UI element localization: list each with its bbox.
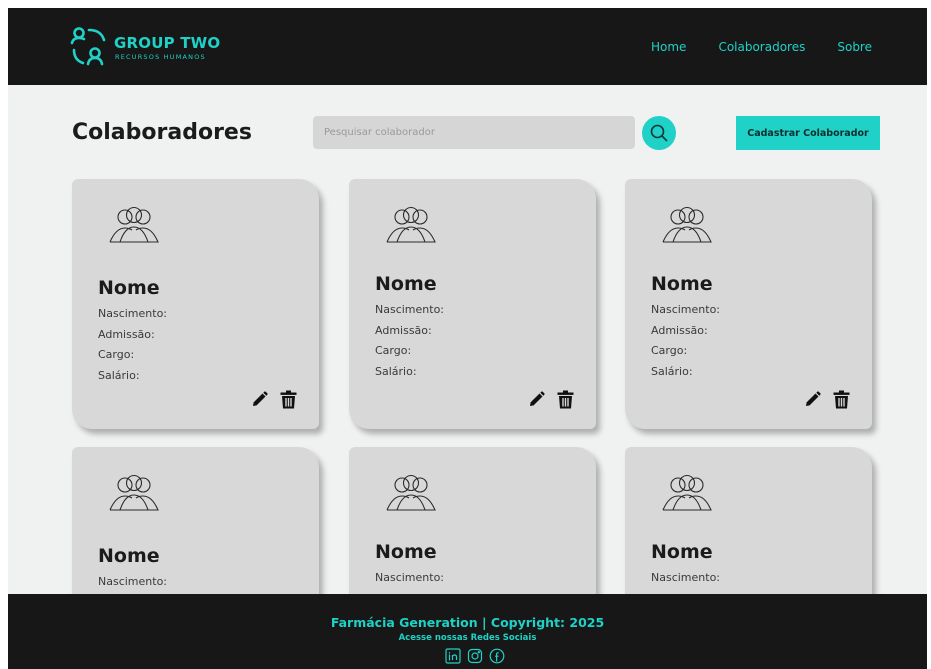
card-avatar [108, 473, 160, 517]
card-field-label: Cargo: [98, 348, 135, 361]
edit-button[interactable] [804, 391, 821, 412]
card-actions [528, 390, 574, 413]
card-field-label: Nascimento: [375, 571, 445, 584]
users-icon [109, 206, 159, 243]
users-icon [386, 474, 436, 511]
card-field-label: Nascimento: [375, 303, 445, 316]
logo-subtitle: RECURSOS HUMANOS [115, 53, 206, 61]
card-name: Nome [98, 545, 160, 567]
brand-logo[interactable]: GROUP TWO RECURSOS HUMANOS [68, 26, 228, 70]
search-input[interactable] [313, 116, 635, 149]
card-field-label: Nascimento: [651, 303, 721, 316]
card-fields: Nascimento: [651, 568, 720, 589]
pencil-icon [530, 391, 545, 406]
card-actions [804, 390, 850, 413]
trash-icon [557, 390, 574, 409]
delete-button[interactable] [280, 390, 297, 413]
card-name: Nome [651, 541, 713, 563]
card-name: Nome [375, 273, 437, 295]
card-name: Nome [98, 277, 160, 299]
card-name: Nome [651, 273, 713, 295]
pencil-icon [806, 391, 821, 406]
card-field-label: Salário: [375, 364, 417, 378]
users-icon [109, 474, 159, 511]
card-avatar [661, 205, 713, 249]
users-icon [386, 206, 436, 243]
edit-button[interactable] [528, 391, 545, 412]
page-title: Colaboradores [72, 120, 252, 145]
card-field-label: Nascimento: [98, 575, 168, 588]
users-icon [662, 206, 712, 243]
card-field-label: Admissão: [375, 323, 432, 337]
card-field-label: Nascimento: [651, 571, 721, 584]
nav-home[interactable]: Home [651, 40, 686, 54]
nav-colaboradores[interactable]: Colaboradores [718, 40, 805, 54]
card-fields: Nascimento: [98, 572, 167, 593]
card-name: Nome [375, 541, 437, 563]
card-field-label: Nascimento: [98, 307, 168, 320]
card-field-label: Admissão: [98, 327, 155, 341]
top-navbar: GROUP TWO RECURSOS HUMANOS Home Colabora… [8, 8, 927, 85]
card-fields: Nascimento: [375, 568, 444, 589]
delete-button[interactable] [557, 390, 574, 413]
card-avatar [661, 473, 713, 517]
card-field-label: Cargo: [651, 344, 688, 357]
facebook-icon [489, 648, 505, 664]
footer-title: Farmácia Generation | Copyright: 2025 [330, 615, 605, 630]
card-avatar [108, 205, 160, 249]
main-nav: Home Colaboradores Sobre [651, 40, 872, 54]
footer-subtitle: Acesse nossas Redes Sociais [398, 633, 537, 643]
card-actions [251, 390, 297, 413]
search-icon [650, 124, 668, 142]
logo-title: GROUP TWO [114, 34, 221, 52]
card-field-label: Salário: [651, 364, 693, 378]
footer: Farmácia Generation | Copyright: 2025 Ac… [8, 594, 927, 669]
linkedin-icon [445, 648, 461, 664]
delete-button[interactable] [833, 390, 850, 413]
facebook-link[interactable] [489, 648, 505, 664]
social-links [445, 648, 505, 664]
card-fields: Nascimento: Admissão: Cargo: Salário: [651, 300, 720, 382]
card-avatar [385, 473, 437, 517]
users-icon [662, 474, 712, 511]
edit-button[interactable] [251, 391, 268, 412]
collaborator-card: Nome Nascimento: Admissão: Cargo: Salário: [349, 179, 596, 429]
card-field-label: Salário: [98, 368, 140, 382]
trash-icon [280, 390, 297, 409]
app-frame: GROUP TWO RECURSOS HUMANOS Home Colabora… [8, 8, 927, 669]
card-avatar [385, 205, 437, 249]
card-fields: Nascimento: Admissão: Cargo: Salário: [98, 304, 167, 386]
card-field-label: Cargo: [375, 344, 412, 357]
users-icon [70, 27, 106, 66]
card-field-label: Admissão: [651, 323, 708, 337]
trash-icon [833, 390, 850, 409]
instagram-link[interactable] [467, 648, 483, 664]
pencil-icon [253, 391, 268, 406]
card-fields: Nascimento: Admissão: Cargo: Salário: [375, 300, 444, 382]
add-collaborator-button[interactable]: Cadastrar Colaborador [736, 116, 880, 150]
instagram-icon [467, 648, 483, 664]
collaborator-card: Nome Nascimento: Admissão: Cargo: Salário: [72, 179, 319, 429]
search-button[interactable] [642, 116, 676, 150]
collaborator-card: Nome Nascimento: Admissão: Cargo: Salário: [625, 179, 872, 429]
nav-sobre[interactable]: Sobre [837, 40, 872, 54]
linkedin-link[interactable] [445, 648, 461, 664]
